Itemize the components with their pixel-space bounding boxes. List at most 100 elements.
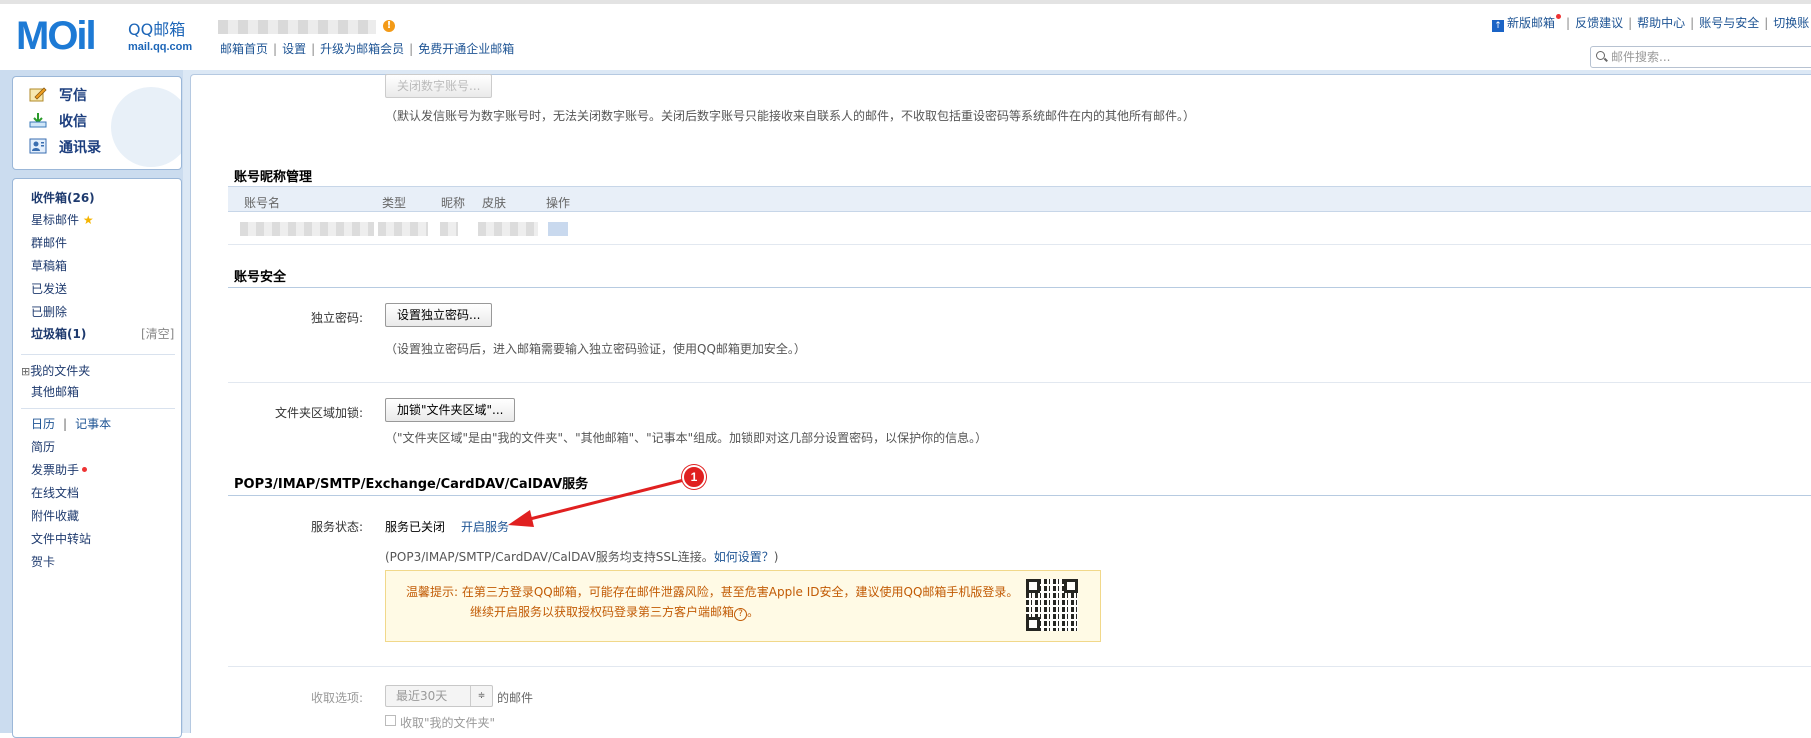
link-greeting-cards[interactable]: 贺卡 [31,553,55,570]
close-digit-account-button[interactable]: 关闭数字账号... [385,74,493,98]
enable-service-link[interactable]: 开启服务 [461,518,509,535]
qr-code-icon [1026,579,1078,631]
inbox-download-icon [29,112,47,128]
annotation-badge: 1 [682,465,706,489]
notification-dot [82,467,88,472]
col-actions: 操作 [546,196,571,210]
link-help[interactable]: 帮助中心 [1637,16,1685,30]
divider [228,495,1811,496]
qq-mail-logo[interactable]: MOil [16,14,126,58]
receive-my-folders-checkbox[interactable] [385,715,396,726]
receive-label: 收信 [59,114,87,130]
spam-clear-link[interactable]: [清空] [141,325,174,342]
help-icon[interactable]: ? [734,608,748,621]
col-type: 类型 [382,196,407,210]
nav-settings[interactable]: 设置 [282,42,306,56]
folder-starred[interactable]: 星标邮件 ★ [31,211,94,228]
receive-options-label: 收取选项: [310,691,363,705]
divider [228,666,1811,667]
set-independent-password-button[interactable]: 设置独立密码... [385,303,493,327]
folder-drafts[interactable]: 草稿箱 [31,257,67,274]
accounts-table-header: 账号名 类型 昵称 皮肤 操作 [228,186,1811,212]
link-attachment-favorites[interactable]: 附件收藏 [31,507,79,524]
separator: | [63,417,68,431]
link-file-transfer[interactable]: 文件中转站 [31,530,91,547]
how-to-setup-link[interactable]: 如何设置？ [714,550,774,564]
mail-search-input[interactable]: 邮件搜索... [1590,46,1811,68]
link-account-security[interactable]: 账号与安全 [1699,16,1759,30]
blurred-account-name [240,222,374,236]
independent-password-note: （设置独立密码后，进入邮箱需要输入独立密码验证，使用QQ邮箱更加安全。） [385,342,806,356]
link-invoice-helper[interactable]: 发票助手 [31,461,88,478]
link-switch-account[interactable]: 切换账 [1773,16,1809,30]
qr-finder [1026,617,1040,631]
col-skin: 皮肤 [482,196,507,210]
folder-starred-label: 星标邮件 [31,213,80,227]
divider [228,244,1811,245]
service-status-value: 服务已关闭 [385,520,446,534]
section-pop3-imap-smtp: POP3/IMAP/SMTP/Exchange/CardDAV/CalDAV服务 [234,477,589,492]
folder-list: 收件箱(26) 星标邮件 ★ 群邮件 草稿箱 已发送 已删除 垃圾箱(1) [清… [12,178,182,738]
receive-button[interactable]: 收信 [29,111,87,131]
search-icon [1596,51,1605,60]
top-nav: 邮箱首页 | 设置 | 升级为邮箱会员 | 免费开通企业邮箱 [220,42,515,56]
folder-sent[interactable]: 已发送 [31,280,67,297]
folder-deleted[interactable]: 已删除 [31,303,67,320]
contacts-icon [29,138,47,154]
star-icon: ★ [82,213,94,227]
brand-url: mail.qq.com [128,41,193,53]
folder-lock-note: （"文件夹区域"是由"我的文件夹"、"其他邮箱"、"记事本"组成。加锁即对这几部… [385,431,988,445]
brand: QQ邮箱 mail.qq.com [128,16,192,53]
my-folders-toggle[interactable]: ⊞我的文件夹 [21,362,90,379]
my-folders-label: 我的文件夹 [30,364,91,378]
lock-folder-area-button[interactable]: 加锁"文件夹区域"... [385,398,516,422]
blurred-type [378,222,428,236]
close-digit-note: （默认发信账号为数字账号时，无法关闭数字账号。关闭后数字账号只能接收来自联系人的… [385,109,1196,123]
qr-finder [1064,579,1078,593]
nav-enterprise-mail[interactable]: 免费开通企业邮箱 [418,42,514,56]
contacts-label: 通讯录 [59,140,101,156]
receive-range-select[interactable]: 最近30天 ≑ [385,685,493,707]
nav-mail-home[interactable]: 邮箱首页 [220,42,268,56]
link-new-version[interactable]: 新版邮箱 [1507,16,1555,30]
compose-button[interactable]: 写信 [29,85,87,105]
select-arrow-icon: ≑ [470,686,492,706]
link-calendar[interactable]: 日历 [31,417,55,431]
blurred-skin [478,222,538,236]
tip-line-1: 温馨提示: 在第三方登录QQ邮箱，可能存在邮件泄露风险，甚至危害Apple ID… [406,585,1019,599]
tip-line-2-text: 继续开启服务以获取授权码登录第三方客户端邮箱 [470,605,735,619]
nav-upgrade-vip[interactable]: 升级为邮箱会员 [320,42,404,56]
annotation-badge-number: 1 [690,470,698,484]
ssl-note: (POP3/IMAP/SMTP/CardDAV/CalDAV服务均支持SSL连接… [385,548,778,565]
blurred-nickname [440,222,458,236]
section-nickname-management: 账号昵称管理 [234,170,313,185]
ssl-note-text: (POP3/IMAP/SMTP/CardDAV/CalDAV服务均支持SSL连接… [385,550,714,564]
link-online-docs[interactable]: 在线文档 [31,484,79,501]
folder-inbox[interactable]: 收件箱(26) [31,189,95,206]
divider [21,408,175,409]
invoice-label: 发票助手 [31,463,80,477]
link-notebook[interactable]: 记事本 [75,417,111,431]
ssl-note-end: ) [773,550,779,564]
link-feedback[interactable]: 反馈建议 [1575,16,1623,30]
logo-text: MOil [16,14,97,58]
divider [228,382,1811,383]
section-account-security: 账号安全 [234,270,287,285]
divider [228,287,1811,288]
brand-title: QQ邮箱 [128,20,186,39]
link-resume[interactable]: 简历 [31,438,55,455]
new-version-icon: ↑ [1492,20,1504,32]
blurred-action[interactable] [548,222,568,236]
calendar-notebook-row: 日历 | 记事本 [31,415,111,432]
folder-other-mail[interactable]: 其他邮箱 [31,383,79,400]
warning-icon[interactable]: ! [383,20,395,32]
col-account-name: 账号名 [244,196,281,210]
contacts-button[interactable]: 通讯录 [29,137,101,157]
tip-line-2: 继续开启服务以获取授权码登录第三方客户端邮箱?。 [470,603,759,621]
pencil-icon [29,86,47,102]
independent-password-label: 独立密码: [310,311,363,325]
quick-actions: 写信 收信 通讯录 [12,76,182,170]
folder-spam[interactable]: 垃圾箱(1) [31,325,86,342]
folder-group[interactable]: 群邮件 [31,234,67,251]
folder-lock-label: 文件夹区域加锁: [274,406,363,420]
